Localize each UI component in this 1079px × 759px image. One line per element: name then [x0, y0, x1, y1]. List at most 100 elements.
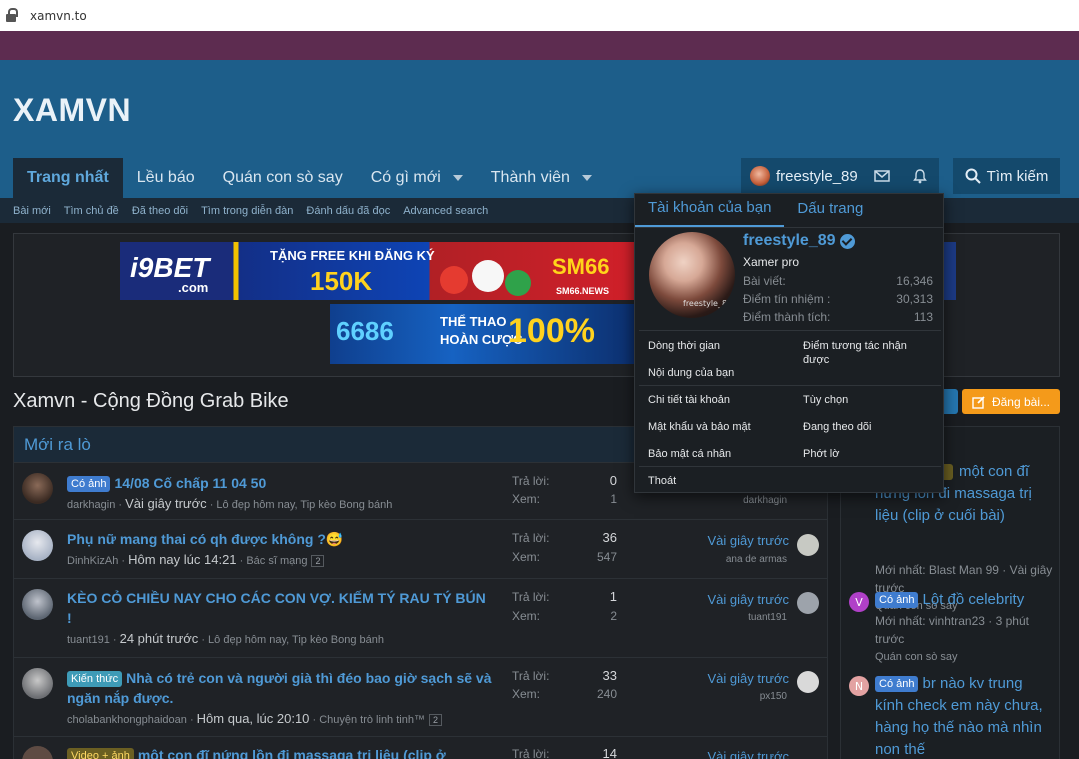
post-button-label: Đăng bài...: [991, 394, 1051, 409]
chevron-down-icon[interactable]: [452, 175, 463, 181]
browser-url-bar[interactable]: xamvn.to: [0, 0, 1079, 31]
page-jump[interactable]: 2: [311, 555, 325, 567]
tab-your-account[interactable]: Tài khoản của bạn: [635, 193, 785, 227]
ball-decoration: [440, 266, 468, 294]
thread-title[interactable]: Video + ảnh một con đĩ nứng lồn đi massag…: [67, 745, 497, 759]
avatar[interactable]: [22, 530, 53, 561]
url-text[interactable]: xamvn.to: [30, 9, 87, 23]
stat-trust: Điểm tín nhiệm : 30,313: [743, 292, 933, 306]
logout-link[interactable]: Thoát: [648, 474, 676, 488]
thread-time[interactable]: 24 phút trước: [120, 631, 199, 646]
subnav-find-threads[interactable]: Tìm chủ đề: [64, 205, 119, 217]
profile-username[interactable]: freestyle_89: [743, 232, 855, 250]
last-post-time[interactable]: Vài giây trước: [707, 671, 789, 686]
thread-author[interactable]: DinhKizAh: [67, 555, 118, 567]
last-poster[interactable]: ana de armas: [726, 554, 787, 565]
avatar[interactable]: [797, 671, 819, 693]
thread-forum[interactable]: Chuyện trò linh tinh™: [319, 714, 425, 726]
link-privacy[interactable]: Bảo mật cá nhân: [648, 447, 731, 461]
avatar[interactable]: N: [849, 676, 869, 696]
avatar[interactable]: [797, 534, 819, 556]
tab-leu-bao[interactable]: Lều báo: [123, 158, 209, 198]
sidebar-thread-forum[interactable]: Quán con sò say: [875, 651, 958, 663]
link-ignoring[interactable]: Phớt lờ: [803, 447, 839, 461]
divider: [639, 330, 941, 331]
last-poster[interactable]: px150: [760, 691, 787, 702]
thread-forum[interactable]: Lô đẹp hôm nay, Tip kèo Bong bánh: [208, 634, 384, 646]
avatar[interactable]: [22, 589, 53, 620]
thread-forum[interactable]: Bác sĩ mạng: [246, 555, 307, 567]
tab-trang-nhat[interactable]: Trang nhất: [13, 158, 123, 198]
last-post-time[interactable]: Vài giây trước: [707, 749, 789, 759]
tab-bookmarks[interactable]: Dấu trang: [784, 193, 876, 227]
thread-prefix: Có ảnh: [67, 476, 111, 492]
tab-label: Lều báo: [136, 169, 195, 186]
sidebar-thread-title[interactable]: Có ảnh Lột đồ celebrity: [875, 589, 1055, 611]
views-label: Xem:: [512, 550, 541, 564]
search-button[interactable]: Tìm kiếm: [953, 158, 1060, 194]
thread-time[interactable]: Hôm nay lúc 14:21: [128, 552, 236, 567]
account-button[interactable]: freestyle_89: [741, 158, 863, 194]
inbox-button[interactable]: [863, 158, 901, 194]
ball-decoration: [472, 260, 504, 292]
thread-author[interactable]: tuant191: [67, 634, 110, 646]
last-post-time[interactable]: Vài giây trước: [707, 592, 789, 607]
tab-co-gi-moi[interactable]: Có gì mới: [357, 158, 477, 198]
last-poster[interactable]: tuant191: [748, 612, 787, 623]
thread-title[interactable]: Có ảnh 14/08 Cố chấp 11 04 50: [67, 473, 507, 493]
alerts-button[interactable]: [901, 158, 939, 194]
edit-icon: [972, 395, 985, 409]
subnav-mark-read[interactable]: Đánh dấu đã đọc: [306, 205, 390, 217]
subnav-new-posts[interactable]: Bài mới: [13, 205, 51, 217]
main-nav: Trang nhất Lều báo Quán con sò say Có gì…: [13, 158, 606, 198]
link-account-details[interactable]: Chi tiết tài khoản: [648, 393, 730, 407]
replies-label: Trả lời:: [512, 747, 550, 759]
link-password-security[interactable]: Mật khẩu và bảo mật: [648, 420, 751, 434]
thread-meta: tuant191 · 24 phút trước · Lô đẹp hôm na…: [67, 631, 384, 646]
banner-6686[interactable]: 6686 THỂ THAO HOÀN CƯỢC 100%: [330, 304, 636, 364]
site-logo[interactable]: XAMVN: [13, 92, 131, 129]
thread-title[interactable]: KÈO CỎ CHIỀU NAY CHO CÁC CON VỢ. KIẾM TÝ…: [67, 588, 487, 628]
thread-author[interactable]: darkhagin: [67, 499, 115, 511]
banner-promo-1: THỂ THAO: [440, 314, 507, 329]
link-reactions[interactable]: Điểm tương tác nhận được: [803, 339, 933, 367]
envelope-icon: [874, 170, 890, 182]
page-jump[interactable]: 2: [428, 714, 442, 726]
thread-time[interactable]: Vài giây trước: [125, 496, 207, 511]
sidebar-thread-meta: Mới nhất: vinhtran23 · 3 phút trước: [875, 614, 1029, 646]
block-heading-label: Mới ra lò: [24, 434, 91, 454]
avatar[interactable]: [797, 592, 819, 614]
avatar[interactable]: [22, 668, 53, 699]
subnav-advanced-search[interactable]: Advanced search: [403, 205, 488, 217]
thread-prefix: Video + ảnh: [67, 748, 134, 759]
link-your-content[interactable]: Nội dung của bạn: [648, 366, 734, 380]
profile-avatar[interactable]: freestyle_89: [649, 232, 735, 318]
banner-amount: 150K: [310, 266, 373, 296]
thread-title[interactable]: Phụ nữ mang thai có qh được không ?😅: [67, 529, 507, 549]
thread-title[interactable]: Kiến thức Nhà có trẻ con và người già thì…: [67, 668, 507, 708]
page-title: Xamvn - Cộng Đồng Grab Bike: [13, 390, 289, 412]
avatar[interactable]: V: [849, 592, 869, 612]
subnav-search-forums[interactable]: Tìm trong diễn đàn: [201, 205, 293, 217]
stat-value: 16,346: [896, 274, 933, 288]
thread-forum[interactable]: Lô đẹp hôm nay, Tip kèo Bong bánh: [216, 499, 392, 511]
tab-quan-con-so-say[interactable]: Quán con sò say: [209, 158, 357, 198]
link-timeline[interactable]: Dòng thời gian: [648, 339, 720, 353]
avatar[interactable]: [22, 473, 53, 504]
link-following[interactable]: Đang theo dõi: [803, 420, 872, 434]
subnav-watched[interactable]: Đã theo dõi: [132, 205, 188, 217]
sidebar-thread-title[interactable]: Có ảnh br nào kv trung kính check em này …: [875, 673, 1055, 759]
last-poster[interactable]: darkhagin: [743, 495, 787, 506]
account-menu: Tài khoản của bạn Dấu trang freestyle_89…: [634, 193, 944, 493]
user-title: Xamer pro: [743, 255, 800, 269]
chevron-down-icon[interactable]: [581, 175, 592, 181]
tab-thanh-vien[interactable]: Thành viên: [477, 158, 606, 198]
thread-author[interactable]: cholabankhongphaidoan: [67, 714, 187, 726]
thread-meta: DinhKizAh · Hôm nay lúc 14:21 · Bác sĩ m…: [67, 552, 325, 567]
banner-i9bet[interactable]: i9BET .com TẶNG FREE KHI ĐĂNG KÝ 150K SM…: [120, 242, 636, 300]
thread-time[interactable]: Hôm qua, lúc 20:10: [197, 711, 310, 726]
link-preferences[interactable]: Tùy chọn: [803, 393, 848, 407]
avatar[interactable]: [22, 746, 53, 759]
last-post-time[interactable]: Vài giây trước: [707, 533, 789, 548]
post-thread-button[interactable]: Đăng bài...: [962, 389, 1060, 414]
